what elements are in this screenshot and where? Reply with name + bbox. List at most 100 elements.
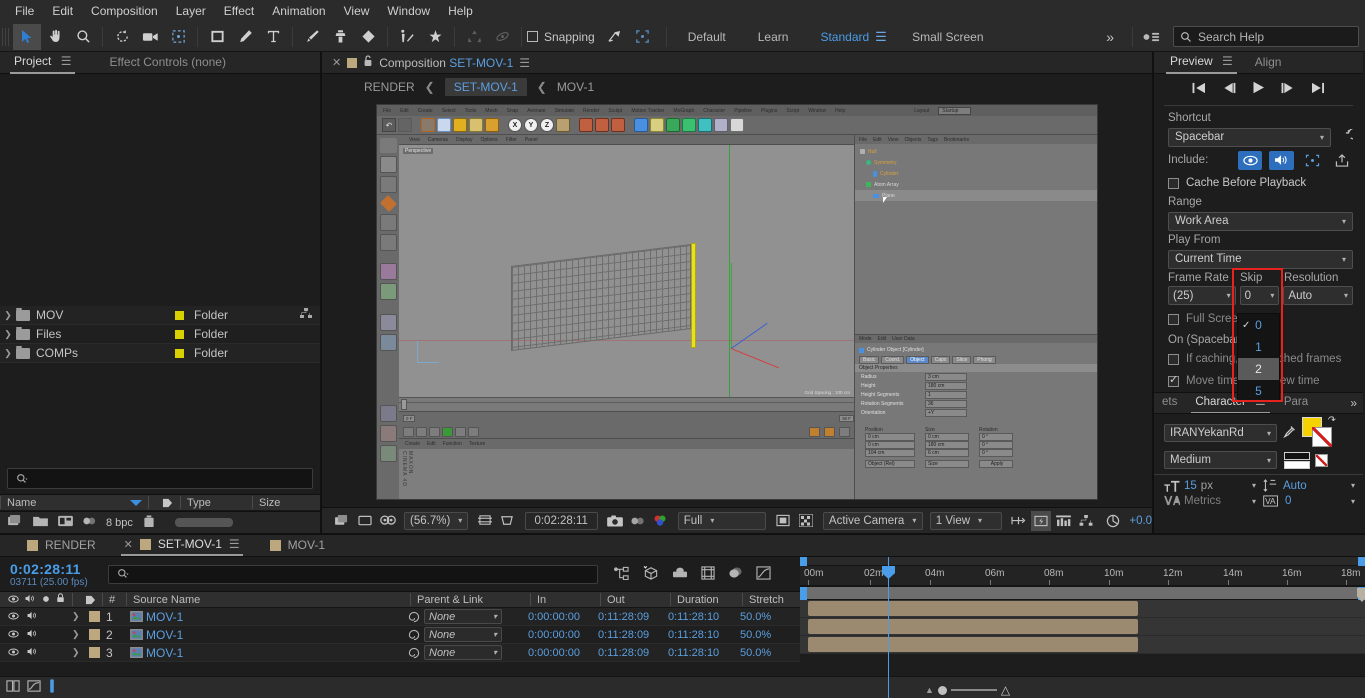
white-swatch[interactable] [1284, 460, 1310, 469]
choose-grid-guides-icon[interactable] [474, 511, 495, 531]
snap-target-icon[interactable] [601, 24, 629, 50]
full-screen-checkbox[interactable] [1168, 313, 1179, 325]
view-layout-dropdown[interactable]: 1 View ▾ [929, 511, 1003, 530]
previous-frame-button[interactable] [1222, 82, 1236, 97]
label-color-swatch[interactable] [88, 629, 100, 640]
pen-tool[interactable] [231, 24, 259, 50]
eyedropper-icon[interactable] [1282, 425, 1296, 442]
layer-audio-toggle[interactable] [27, 611, 38, 623]
parent-pickwhip-icon[interactable] [404, 629, 424, 641]
composition-flowchart-icon[interactable] [300, 308, 320, 322]
snap-bounds-icon[interactable] [629, 24, 657, 50]
layer-in-point[interactable]: 0:00:00:00 [524, 629, 594, 641]
disclosure-triangle-icon[interactable]: ❯ [0, 329, 16, 340]
column-name[interactable]: Name [0, 496, 148, 509]
tab-effect-controls[interactable]: Effect Controls (none) [105, 53, 230, 73]
delete-icon[interactable] [143, 515, 155, 531]
skip-dropdown[interactable]: 0 ▾ [1239, 286, 1280, 305]
work-area-start-handle[interactable] [800, 557, 807, 566]
font-family-dropdown[interactable]: IRANYekanRd ▾ [1164, 424, 1277, 442]
composition-tab-label[interactable]: Composition SET-MOV-1 [379, 56, 513, 70]
play-from-dropdown[interactable]: Current Time ▾ [1168, 249, 1353, 269]
skip-dropdown-menu[interactable]: ✓ 0 1 2 5 [1237, 313, 1280, 401]
project-search-input[interactable] [7, 468, 313, 489]
menu-item-effect[interactable]: Effect [215, 1, 263, 21]
menu-item-window[interactable]: Window [378, 1, 439, 21]
workspace-overflow-icon[interactable]: » [1106, 29, 1128, 45]
tab-brushes[interactable]: ets [1158, 394, 1181, 412]
main-viewer-icon[interactable] [355, 511, 376, 531]
breadcrumb-mov1[interactable]: MOV-1 [557, 80, 594, 94]
toggle-switches-modes-icon[interactable] [6, 679, 20, 696]
out-column-header[interactable]: Out [600, 593, 670, 606]
label-color-swatch[interactable] [174, 310, 184, 320]
stretch-column-header[interactable]: Stretch [742, 593, 802, 606]
chevron-down-icon[interactable]: ▾ [1252, 481, 1256, 490]
layer-stretch[interactable]: 50.0% [736, 611, 796, 623]
label-color-swatch[interactable] [174, 329, 184, 339]
new-comp-icon[interactable] [8, 515, 23, 530]
include-layer-controls-icon[interactable] [1301, 151, 1325, 170]
orbit-tool-icon[interactable] [488, 24, 516, 50]
layer-in-point[interactable]: 0:00:00:00 [524, 647, 594, 659]
frame-rate-dropdown[interactable]: (25) ▾ [1168, 286, 1236, 305]
work-area-bar[interactable] [800, 586, 1365, 601]
pixel-aspect-correction-icon[interactable] [1008, 511, 1029, 531]
font-size-field[interactable]: 15 px ▾ [1164, 480, 1256, 492]
timeline-zoom-slider[interactable]: ▲ △ [925, 683, 1010, 697]
hand-tool[interactable] [41, 24, 69, 50]
composition-viewport[interactable]: File Edit Create Select Tools Mesh Snap … [322, 100, 1152, 507]
exposure-value[interactable]: +0.0 [1129, 515, 1152, 527]
resolution-dropdown-preview[interactable]: Auto ▾ [1283, 286, 1353, 305]
magnification-dropdown[interactable]: (56.7%) ▾ [404, 511, 469, 530]
layer-audio-toggle[interactable] [27, 647, 38, 659]
show-snapshot-icon[interactable] [627, 511, 648, 531]
timeline-zoom-handle[interactable] [48, 679, 56, 696]
chevron-down-icon[interactable]: ▾ [1252, 497, 1256, 506]
bit-depth-label[interactable]: 8 bpc [106, 517, 133, 529]
include-video-icon[interactable] [1238, 150, 1263, 170]
3d-renderer-icon[interactable] [377, 511, 398, 531]
color-depth-icon[interactable] [83, 515, 96, 530]
layer-out-point[interactable]: 0:11:28:09 [594, 647, 664, 659]
layer-parent-dropdown[interactable]: None ▾ [424, 645, 502, 660]
work-area-end-handle[interactable] [1358, 557, 1365, 566]
layer-source-name[interactable]: MOV-1 [146, 610, 404, 624]
character-overflow-icon[interactable]: » [1350, 396, 1363, 410]
fast-previews-icon[interactable] [1030, 510, 1052, 531]
parent-pickwhip-icon[interactable] [404, 647, 424, 659]
shortcut-dropdown[interactable]: Spacebar ▾ [1168, 127, 1331, 147]
label-color-swatch[interactable] [88, 647, 100, 658]
breadcrumb-current[interactable]: SET-MOV-1 [444, 78, 527, 96]
column-size[interactable]: Size [252, 496, 300, 509]
layer-duration[interactable]: 0:11:28:10 [664, 647, 736, 659]
work-area-start-cap[interactable] [800, 587, 807, 601]
if-caching-checkbox[interactable] [1168, 353, 1179, 365]
skip-option-2[interactable]: 2 [1238, 358, 1279, 380]
layer-stretch[interactable]: 50.0% [736, 647, 796, 659]
label-color-swatch[interactable] [174, 348, 184, 358]
workspace-small-screen[interactable]: Small Screen [888, 30, 999, 44]
disclosure-triangle-icon[interactable]: ❯ [72, 629, 86, 640]
layer-parent-dropdown[interactable]: None ▾ [424, 627, 502, 642]
layer-duration[interactable]: 0:11:28:10 [664, 629, 736, 641]
leading-field[interactable]: Auto ▾ [1263, 479, 1355, 492]
project-row[interactable]: ❯ MOV Folder [0, 306, 320, 325]
layer-duration-bar[interactable] [808, 637, 1138, 652]
tab-align[interactable]: Align [1251, 53, 1286, 73]
include-audio-icon[interactable] [1269, 150, 1294, 170]
tab-paragraph[interactable]: Para [1280, 394, 1312, 412]
preview-export-icon[interactable] [1332, 153, 1353, 167]
resolution-dropdown[interactable]: Full ▾ [677, 511, 766, 530]
workspace-default[interactable]: Default [672, 30, 742, 44]
tab-project[interactable]: Project ☰ [10, 52, 76, 74]
reset-shortcut-icon[interactable] [1338, 127, 1360, 146]
menu-item-help[interactable]: Help [439, 1, 482, 21]
layer-duration-bar[interactable] [808, 601, 1138, 616]
layer-audio-toggle[interactable] [27, 629, 38, 641]
menu-item-layer[interactable]: Layer [167, 1, 215, 21]
workspace-learn[interactable]: Learn [742, 30, 805, 44]
type-tool[interactable] [259, 24, 287, 50]
chevron-down-icon[interactable]: ▾ [1351, 481, 1355, 490]
menu-item-edit[interactable]: Edit [43, 1, 82, 21]
